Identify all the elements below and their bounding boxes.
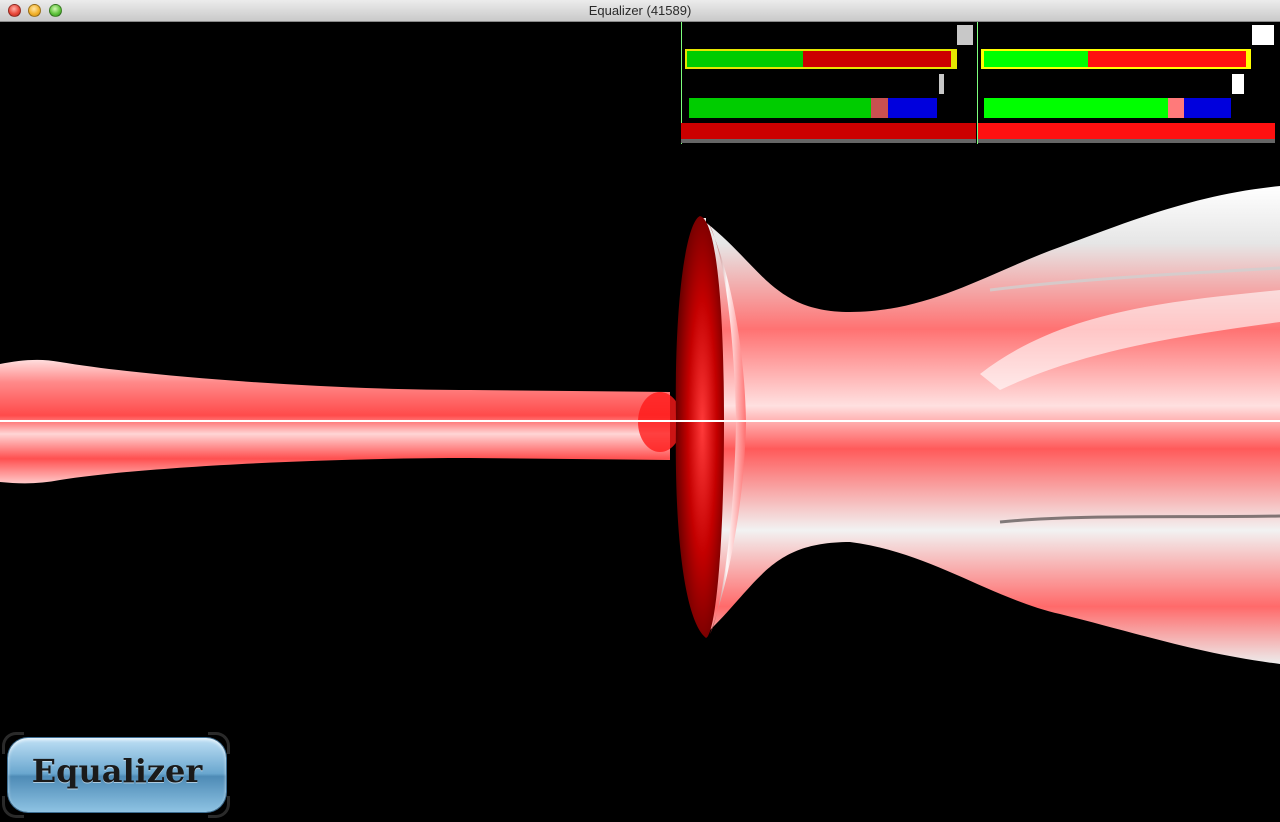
window-title: Equalizer (41589) (588, 3, 692, 18)
equalizer-logo: Equalizer (2, 732, 230, 818)
stat-marker (1252, 25, 1274, 45)
stat-bar (984, 98, 1168, 118)
stat-marker (939, 74, 944, 94)
stat-marker (1232, 74, 1244, 94)
logo-badge: Equalizer (8, 738, 226, 812)
model-body (700, 186, 1280, 664)
stat-bar (689, 98, 871, 118)
logo-text: Equalizer (31, 752, 203, 790)
window-titlebar: Equalizer (41589) (0, 0, 1280, 22)
horizontal-guide-line (0, 420, 1280, 422)
model-flange (675, 216, 724, 638)
stat-marker (957, 25, 973, 45)
render-viewport[interactable]: Equalizer (0, 22, 1280, 822)
statistics-overlay (680, 22, 1280, 146)
